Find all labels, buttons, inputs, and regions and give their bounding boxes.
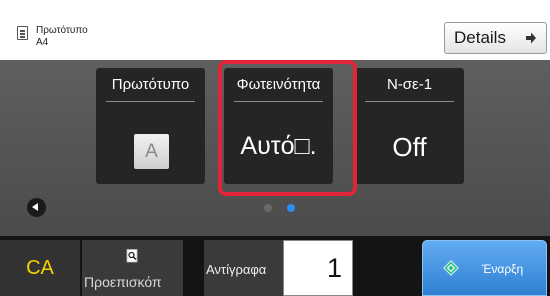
ca-button[interactable]: CA <box>0 240 80 296</box>
bottom-bar: CA Προεπισκόπ Αντίγραφα 1 Έναρξη <box>0 236 550 296</box>
original-document-icon <box>17 26 28 40</box>
start-diamond-icon <box>443 260 459 276</box>
selection-highlight <box>218 60 357 196</box>
tile-label: Πρωτότυπο <box>111 76 190 93</box>
arrow-right-icon <box>526 32 536 44</box>
back-button[interactable] <box>27 198 46 217</box>
copies-input[interactable]: 1 <box>283 240 353 296</box>
tile-n-up[interactable]: N-σε-1 Off <box>355 68 464 184</box>
ca-label: CA <box>26 256 54 279</box>
preview-magnifier-icon <box>126 249 138 263</box>
preview-label: Προεπισκόπ <box>84 274 162 290</box>
start-button[interactable]: Έναρξη <box>422 240 547 296</box>
tile-original[interactable]: Πρωτότυπο A <box>96 68 205 184</box>
original-label: Πρωτότυπο <box>36 25 88 36</box>
page-dot-active <box>287 204 295 212</box>
divider <box>365 101 454 102</box>
tile-value: Off <box>392 132 427 162</box>
header: Πρωτότυπο A4 Details <box>0 0 550 60</box>
start-label: Έναρξη <box>482 262 524 276</box>
copies-control: Αντίγραφα 1 <box>204 240 353 296</box>
page-dot <box>264 204 272 212</box>
original-a-icon: A <box>134 134 169 169</box>
copies-label: Αντίγραφα <box>206 262 267 277</box>
preview-button[interactable]: Προεπισκόπ <box>82 240 183 296</box>
details-label: Details <box>454 28 506 47</box>
details-button[interactable]: Details <box>444 22 547 54</box>
divider <box>106 101 195 102</box>
tile-label: N-σε-1 <box>386 76 433 93</box>
copy-screen: Πρωτότυπο A4 Details Πρωτότυπο A Φωτεινό… <box>0 0 550 296</box>
original-size: A4 <box>36 37 49 48</box>
